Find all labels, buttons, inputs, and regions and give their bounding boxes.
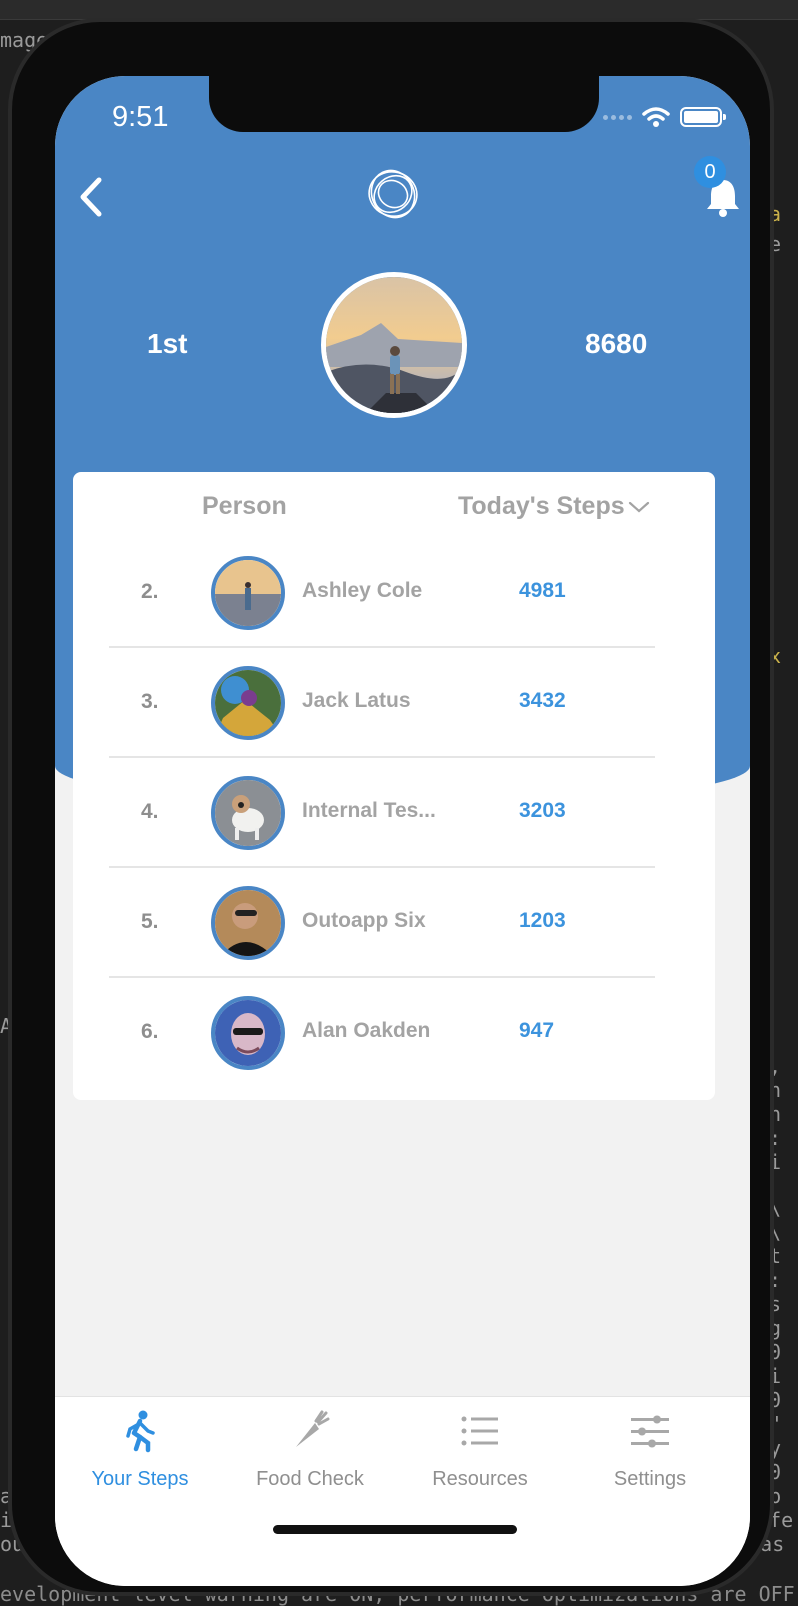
leaderboard-row[interactable]: 2. Ashley Cole 4981 <box>109 538 655 648</box>
carrot-icon <box>296 1410 330 1447</box>
leaderboard-card: Person Today's Steps 2. Ashley Cole 4981 <box>73 472 715 1100</box>
leaderboard-row[interactable]: 5. Outoapp Six 1203 <box>109 868 655 978</box>
avatar <box>211 776 285 850</box>
row-steps: 947 <box>519 1019 555 1042</box>
person-column-header[interactable]: Person <box>202 492 287 521</box>
status-indicators <box>603 106 726 128</box>
row-rank: 3. <box>141 690 159 713</box>
tab-food-check[interactable]: Food Check <box>225 1409 395 1491</box>
home-indicator[interactable] <box>273 1525 517 1534</box>
tab-resources[interactable]: Resources <box>395 1409 565 1491</box>
sliders-icon <box>631 1415 669 1448</box>
my-rank: 1st <box>147 328 188 359</box>
app-screen: 9:51 0 1st 8680 Person Today's Steps 2. … <box>55 76 750 1586</box>
steps-column-label: Today's Steps <box>458 492 625 520</box>
row-name: Alan Oakden <box>302 1019 431 1042</box>
phone-frame: 9:51 0 1st 8680 Person Today's Steps 2. … <box>8 18 774 1596</box>
signal-icon <box>603 114 632 120</box>
row-rank: 4. <box>141 800 159 823</box>
leaderboard-row[interactable]: 6. Alan Oakden 947 <box>109 978 655 1088</box>
profile-avatar <box>321 272 467 418</box>
row-steps: 4981 <box>519 579 566 602</box>
row-rank: 5. <box>141 910 159 933</box>
status-time: 9:51 <box>112 101 169 133</box>
back-chevron-icon[interactable] <box>71 172 111 222</box>
row-steps: 3432 <box>519 689 566 712</box>
leaderboard-row[interactable]: 4. Internal Tes... 3203 <box>109 758 655 868</box>
row-rank: 6. <box>141 1020 159 1043</box>
row-rank: 2. <box>141 580 159 603</box>
walking-icon <box>126 1410 155 1453</box>
row-steps: 1203 <box>519 909 566 932</box>
app-logo-icon <box>368 169 418 219</box>
avatar <box>211 996 285 1070</box>
tab-label: Your Steps <box>91 1468 189 1490</box>
list-icon <box>461 1416 498 1446</box>
bottom-tab-bar: Your Steps Food Check Resources Settings <box>55 1396 750 1586</box>
row-name: Outoapp Six <box>302 909 426 932</box>
row-name: Ashley Cole <box>302 579 423 602</box>
notification-count-badge: 0 <box>694 156 726 188</box>
avatar <box>211 886 285 960</box>
tab-label: Food Check <box>256 1468 364 1490</box>
row-steps: 3203 <box>519 799 566 822</box>
avatar <box>211 666 285 740</box>
row-name: Jack Latus <box>302 689 411 712</box>
tab-label: Settings <box>613 1468 687 1490</box>
row-name: Internal Tes... <box>302 799 436 822</box>
chevron-down-icon <box>628 501 649 512</box>
editor-top-bar <box>0 0 798 20</box>
leaderboard-row[interactable]: 3. Jack Latus 3432 <box>109 648 655 758</box>
profile-photo-image <box>326 277 462 413</box>
steps-column-header[interactable]: Today's Steps <box>458 492 651 521</box>
wifi-icon <box>642 107 670 127</box>
tab-settings[interactable]: Settings <box>565 1409 735 1491</box>
avatar <box>211 556 285 630</box>
tab-label: Resources <box>432 1468 528 1490</box>
device-notch <box>209 76 599 132</box>
leaderboard-list: 2. Ashley Cole 4981 3. Jack Latus 3432 4… <box>109 538 655 1088</box>
battery-icon <box>680 107 726 127</box>
tab-your-steps[interactable]: Your Steps <box>55 1409 225 1491</box>
my-step-count: 8680 <box>585 328 648 359</box>
